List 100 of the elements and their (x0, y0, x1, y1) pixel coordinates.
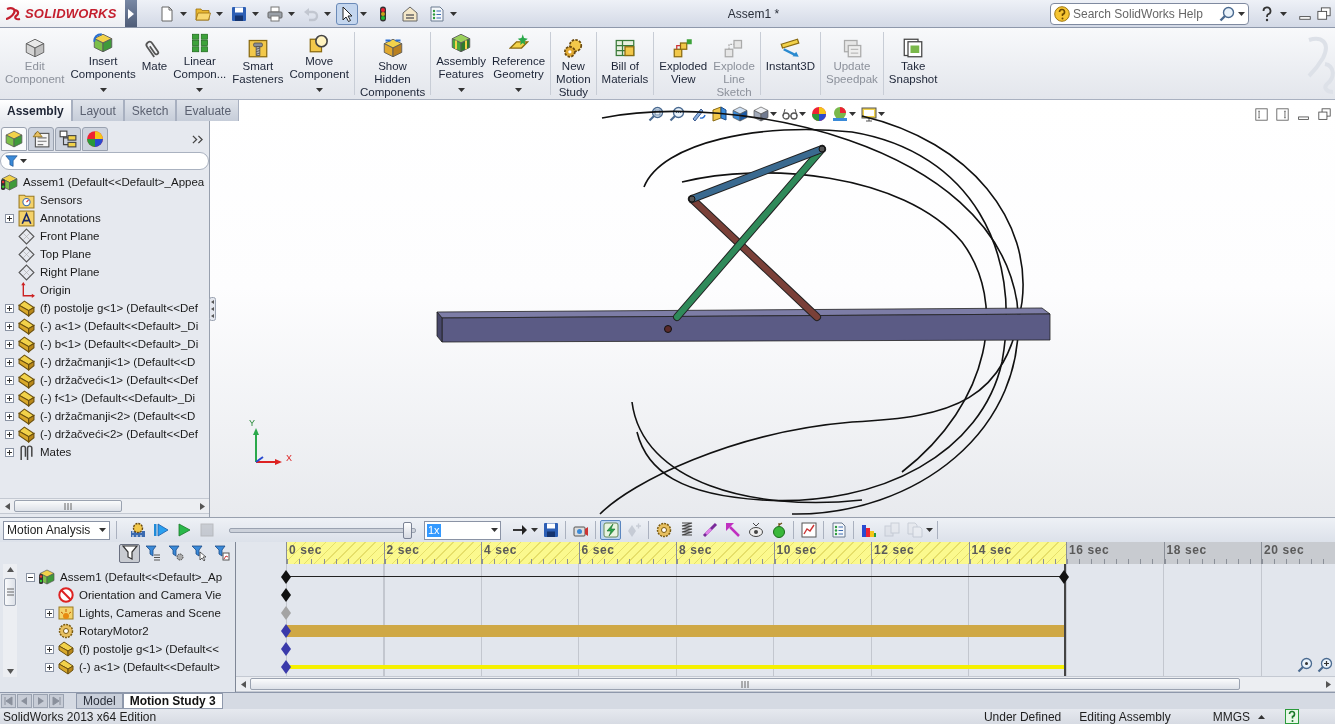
ribbon-button[interactable]: Bill of Materials (598, 28, 652, 99)
plus-box-icon[interactable] (5, 357, 14, 367)
restore-icon[interactable] (1318, 108, 1331, 121)
ribbon-button[interactable]: Insert Components (67, 28, 139, 99)
panel-tab[interactable] (1, 127, 27, 151)
horizontal-scrollbar[interactable] (0, 498, 209, 514)
plus-box-icon[interactable] (5, 213, 14, 223)
pen-arrow-icon[interactable] (690, 106, 706, 122)
zoom-fit-icon[interactable] (648, 106, 664, 122)
minus-box-icon[interactable] (26, 572, 35, 582)
ribbon-button[interactable]: Reference Geometry (489, 28, 549, 99)
arrow-left-icon[interactable] (240, 680, 246, 688)
arrow-right-icon[interactable] (1325, 680, 1331, 688)
plus-box-icon[interactable] (5, 411, 14, 421)
plus-box-icon[interactable] (45, 644, 54, 654)
cube-icon[interactable] (732, 106, 748, 122)
expand-arrow-icon[interactable] (128, 8, 134, 19)
ribbon-button[interactable]: New Motion Study (553, 28, 594, 99)
study-tab[interactable]: Motion Study 3 (122, 693, 223, 709)
plus-box-icon[interactable] (45, 662, 54, 672)
double-chevron-icon[interactable] (192, 134, 203, 145)
panel-tab[interactable] (55, 127, 81, 151)
scroll-thumb[interactable] (250, 678, 1240, 691)
color-ball-icon[interactable] (811, 106, 827, 122)
tree-item[interactable]: Sensors (40, 193, 83, 207)
select-button[interactable] (336, 2, 358, 25)
plus-box-icon[interactable] (5, 321, 14, 331)
tree-item[interactable]: (-) držačmanji<2> (Default<<D (40, 409, 196, 423)
plus-box-icon[interactable] (5, 393, 14, 403)
scroll-thumb[interactable] (14, 500, 122, 512)
tree-item[interactable]: (f) postolje g<1> (Default<<Def (40, 301, 198, 315)
panel-tab[interactable] (82, 127, 108, 151)
command-tab[interactable]: Evaluate (177, 100, 239, 121)
scene-ball-icon[interactable] (832, 106, 848, 122)
tree-item[interactable]: Front Plane (40, 229, 100, 243)
horizontal-scrollbar[interactable] (236, 676, 1335, 692)
tree-item[interactable]: (-) držačveći<1> (Default<<Def (40, 373, 198, 387)
arrow-up-icon[interactable] (6, 567, 14, 572)
plus-box-icon[interactable] (5, 339, 14, 349)
plus-box-icon[interactable] (5, 375, 14, 385)
split-panel-icon[interactable] (711, 106, 727, 122)
tree-item[interactable]: (-) držačveći<2> (Default<<Def (40, 427, 198, 441)
ribbon-button[interactable]: Mate (138, 28, 171, 99)
vertical-scrollbar[interactable] (3, 564, 17, 677)
plus-box-icon[interactable] (5, 447, 14, 457)
tree-item[interactable]: (-) a<1> (Default<<Default> (79, 660, 220, 674)
units-text[interactable]: MMGS (1212, 709, 1250, 724)
ribbon-button[interactable]: Move Component (286, 28, 352, 99)
tree-item[interactable]: (-) držačmanji<1> (Default<<D (40, 355, 196, 369)
arrow-right-icon[interactable] (199, 502, 205, 510)
plus-box-icon[interactable] (5, 429, 14, 439)
ribbon-button[interactable]: Take Snapshot (885, 28, 941, 99)
arrow-left-icon[interactable] (4, 502, 10, 510)
ribbon-button[interactable]: Linear Compon... (170, 28, 230, 99)
tree-item[interactable]: Annotations (40, 211, 101, 225)
tree-item[interactable]: Right Plane (40, 265, 100, 279)
ribbon-button[interactable]: Assembly Features (433, 28, 489, 99)
filter-field[interactable] (0, 152, 209, 170)
splitter-handle-icon[interactable] (209, 297, 216, 321)
study-type-dropdown[interactable]: Motion Analysis (3, 520, 110, 540)
tree-item[interactable]: Lights, Cameras and Scene (79, 606, 221, 620)
tree-item[interactable]: (f) postolje g<1> (Default<< (79, 642, 219, 656)
tree-item[interactable]: Assem1 (Default<<Default>_Appea (23, 175, 205, 189)
tree-item[interactable]: Mates (40, 445, 72, 459)
plus-box-icon[interactable] (5, 303, 14, 313)
results-button[interactable] (798, 520, 819, 540)
tree-item[interactable]: Top Plane (40, 247, 92, 261)
slider-thumb[interactable] (403, 521, 413, 539)
arrow-down-icon[interactable] (6, 669, 14, 674)
restore-icon[interactable] (1317, 6, 1331, 21)
caret-up-icon[interactable] (1258, 714, 1265, 719)
tree-item[interactable]: Orientation and Camera Vie (79, 588, 222, 602)
command-tab[interactable]: Layout (72, 100, 123, 121)
ribbon-button[interactable]: Smart Fasteners (229, 28, 287, 99)
study-tab[interactable]: Model (76, 693, 123, 709)
tree-item[interactable]: (-) a<1> (Default<<Default>_Di (40, 319, 199, 333)
plus-box-icon[interactable] (45, 608, 54, 618)
command-tab[interactable]: Assembly (0, 100, 71, 121)
tree-item[interactable]: (-) b<1> (Default<<Default>_Di (40, 337, 199, 351)
command-tab[interactable]: Sketch (124, 100, 176, 121)
panel-tab[interactable] (28, 127, 54, 151)
glasses-icon[interactable] (782, 106, 798, 122)
tile-left-icon[interactable] (1255, 108, 1268, 121)
filter-button[interactable] (119, 543, 140, 563)
tile-right-icon[interactable] (1276, 108, 1289, 121)
tree-item[interactable]: Assem1 (Default<<Default>_Ap (60, 570, 223, 584)
tree-item[interactable]: Origin (40, 283, 71, 297)
tree-item[interactable]: RotaryMotor2 (79, 624, 149, 638)
autokey-button[interactable] (600, 520, 621, 540)
help-icon[interactable] (1285, 709, 1299, 724)
ribbon-button[interactable]: Instant3D (762, 28, 819, 99)
ribbon-button[interactable]: Exploded View (656, 28, 711, 99)
search-field[interactable]: Search SolidWorks Help (1050, 2, 1249, 25)
cube-icon[interactable] (753, 106, 769, 122)
tree-item[interactable]: (-) f<1> (Default<<Default>_Di (40, 391, 195, 405)
zoom-area-icon[interactable] (669, 106, 685, 122)
monitor-icon[interactable] (861, 106, 877, 122)
scroll-thumb[interactable] (4, 578, 16, 606)
ribbon-button[interactable]: Show Hidden Components (356, 28, 429, 99)
zoom-in-icon[interactable] (1317, 657, 1333, 673)
